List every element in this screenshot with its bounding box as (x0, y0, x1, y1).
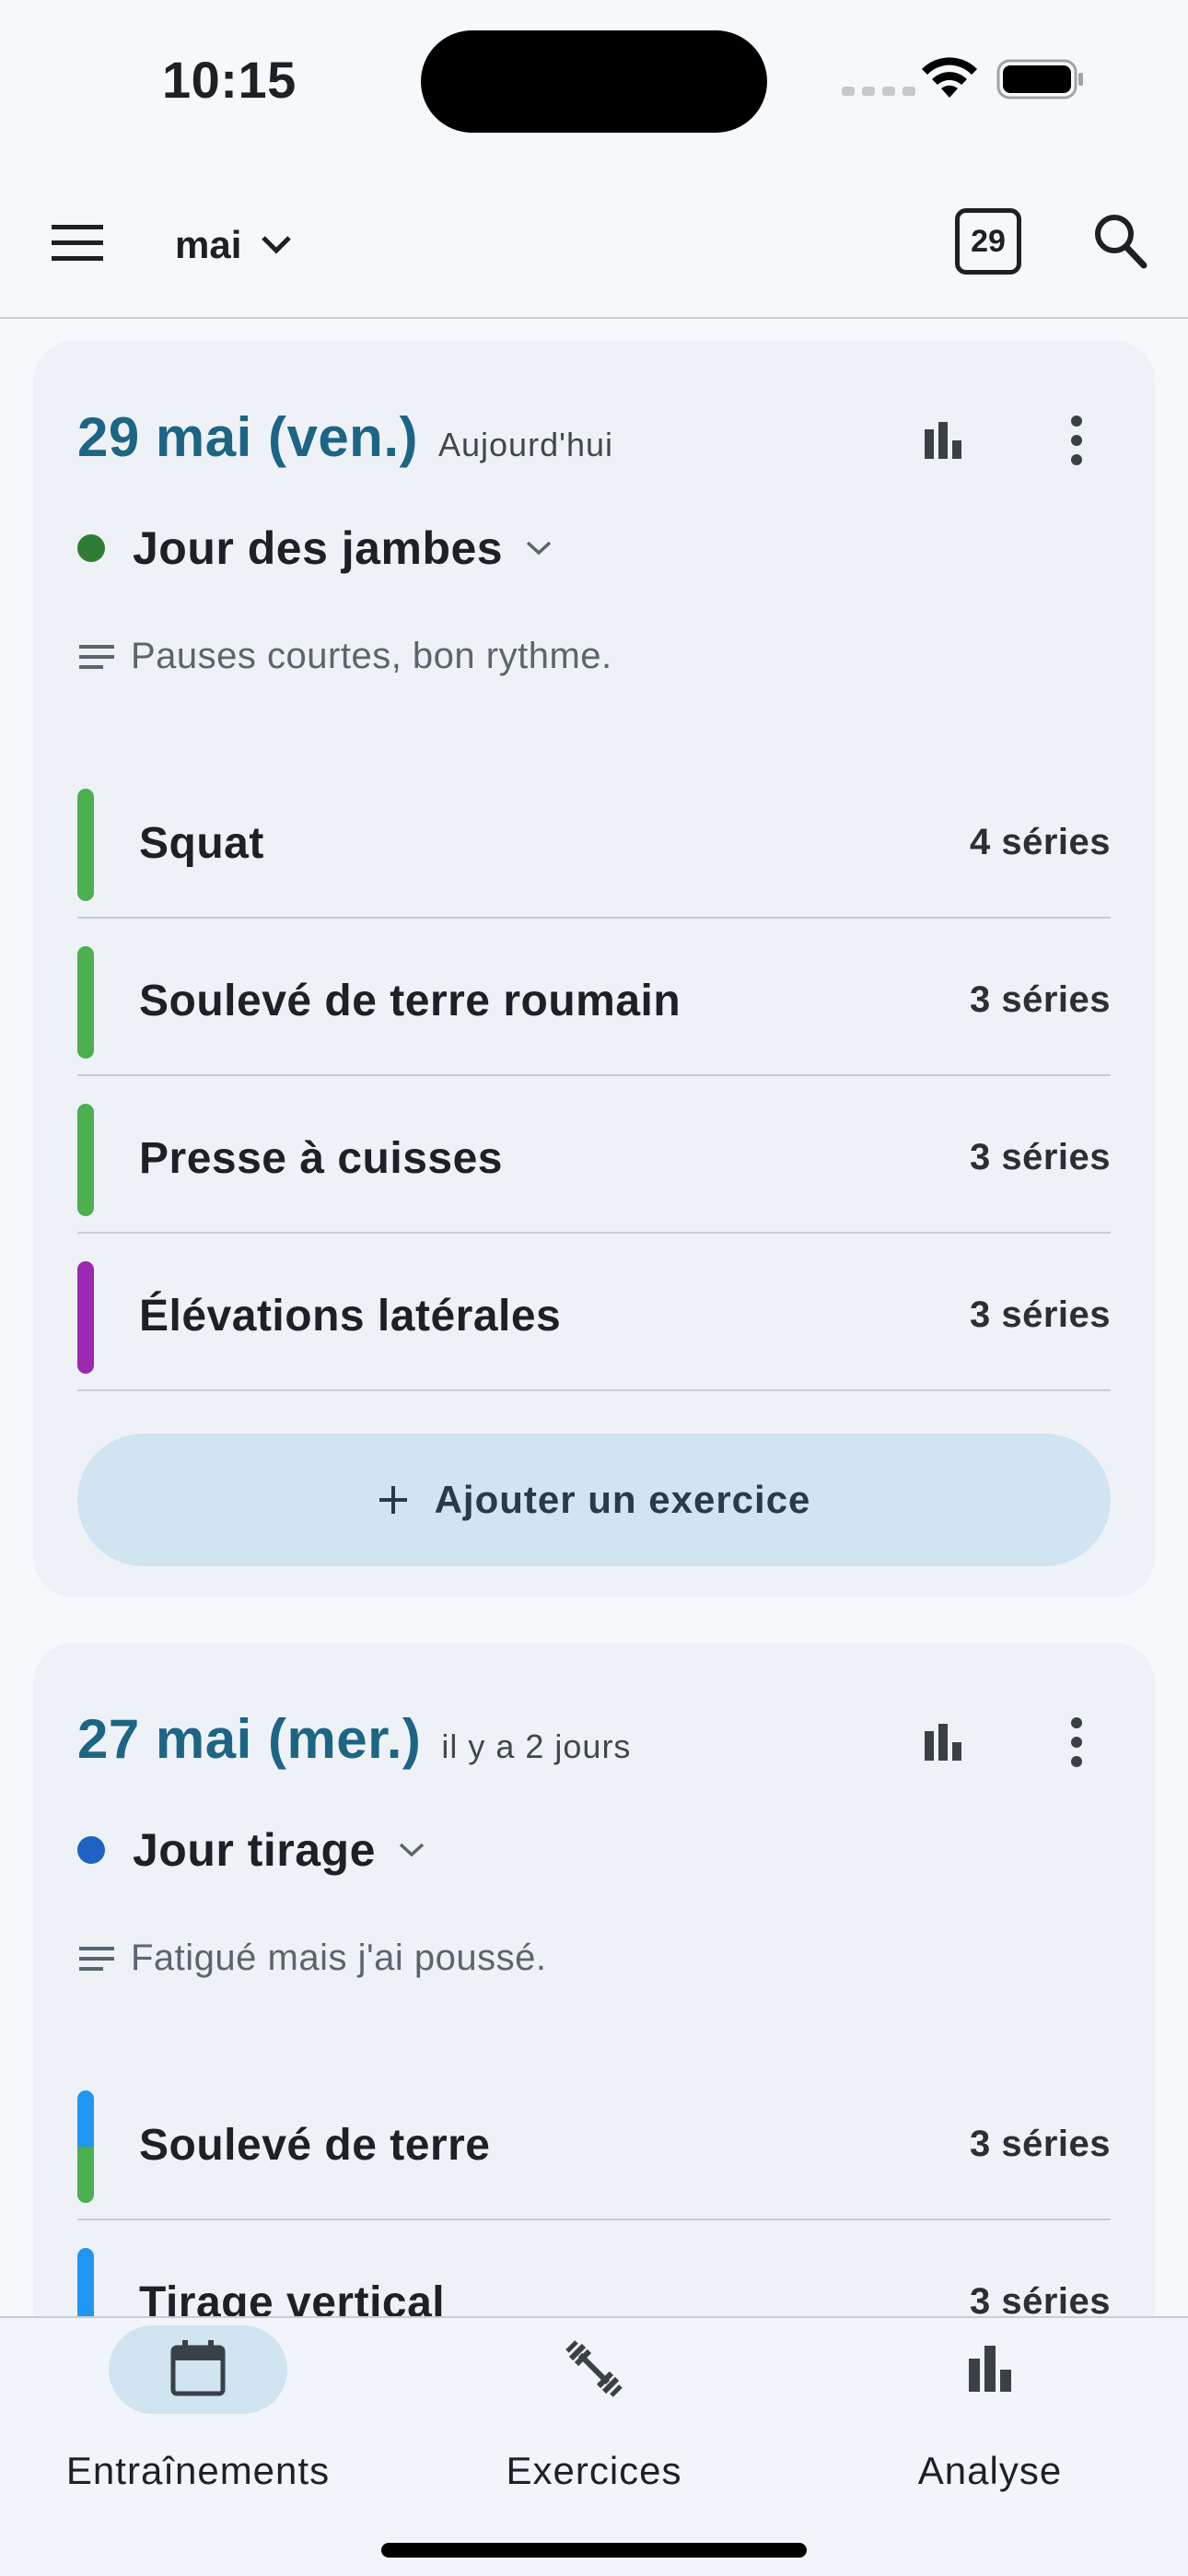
exercise-row[interactable]: Squat 4 séries (77, 761, 1111, 919)
nav-item-analysis[interactable]: Analyse (792, 2318, 1188, 2530)
muscle-color-bar (77, 2090, 94, 2203)
workout-date: 29 mai (ven.) (77, 406, 418, 468)
exercise-sets: 3 séries (969, 979, 1111, 1020)
add-exercise-label: Ajouter un exercice (434, 1478, 811, 1521)
dumbbell-icon (565, 2340, 623, 2397)
exercise-row[interactable]: Soulevé de terre 3 séries (77, 2063, 1111, 2220)
cellular-signal-icon (842, 87, 915, 96)
nav-item-exercises[interactable]: Exercices (396, 2318, 792, 2530)
muscle-color-bar (77, 1104, 94, 1216)
nav-label: Analyse (917, 2449, 1063, 2492)
more-vert-icon[interactable] (1070, 1716, 1083, 1768)
workout-note-text: Fatigué mais j'ai poussé. (131, 1938, 547, 1978)
nav-label: Entraînements (65, 2449, 331, 2492)
exercise-row[interactable]: Soulevé de terre roumain 3 séries (77, 919, 1111, 1076)
exercise-row[interactable]: Élévations latérales 3 séries (77, 1234, 1111, 1391)
menu-icon[interactable] (50, 223, 105, 263)
exercise-sets: 3 séries (969, 1137, 1111, 1177)
chevron-down-icon (526, 541, 552, 556)
muscle-color-bar (77, 789, 94, 901)
notes-icon (79, 1946, 114, 1971)
workout-name: Jour tirage (133, 1824, 376, 1876)
workout-name: Jour des jambes (133, 522, 504, 574)
workout-relative-date: il y a 2 jours (441, 1727, 632, 1765)
month-label: mai (175, 223, 242, 266)
workout-date: 27 mai (mer.) (77, 1708, 422, 1770)
workout-header: 29 mai (ven.) Aujourd'hui (77, 405, 613, 479)
workout-card[interactable]: 29 mai (ven.) Aujourd'hui Jour des jambe… (33, 341, 1155, 1598)
today-day: 29 (971, 223, 1006, 259)
nav-label: Exercices (506, 2449, 682, 2492)
exercise-name: Soulevé de terre (139, 2121, 491, 2170)
exercise-sets: 3 séries (969, 1294, 1111, 1335)
workout-relative-date: Aujourd'hui (438, 426, 613, 463)
workout-note[interactable]: Fatigué mais j'ai poussé. (79, 1938, 546, 1979)
muscle-color-bar (77, 1261, 94, 1374)
app-bar: mai 29 (0, 184, 1188, 319)
calendar-icon (170, 2340, 226, 2396)
exercise-name: Élévations latérales (139, 1292, 562, 1341)
nav-item-workouts[interactable]: Entraînements (0, 2318, 396, 2530)
month-selector[interactable]: mai (175, 217, 293, 273)
chevron-down-icon (399, 1843, 425, 1857)
plus-icon (379, 1486, 407, 1514)
bottom-navigation: Entraînements Exercices Analyse (0, 2316, 1188, 2576)
home-indicator[interactable] (381, 2543, 807, 2558)
bar-chart-icon (969, 2346, 1011, 2392)
notes-icon (79, 644, 114, 669)
exercise-sets: 4 séries (969, 822, 1111, 862)
exercise-name: Soulevé de terre roumain (139, 977, 681, 1025)
bar-chart-icon[interactable] (923, 420, 963, 461)
muscle-color-bar (77, 946, 94, 1059)
workout-type-selector[interactable]: Jour des jambes (77, 516, 553, 580)
search-icon[interactable] (1092, 212, 1147, 269)
status-bar: 10:15 (0, 0, 1188, 157)
workout-color-dot (77, 534, 105, 562)
today-button[interactable]: 29 (955, 208, 1021, 275)
workout-type-selector[interactable]: Jour tirage (77, 1818, 425, 1882)
dynamic-island (421, 30, 767, 133)
exercise-sets: 3 séries (969, 2124, 1111, 2164)
more-vert-icon[interactable] (1070, 415, 1083, 466)
exercise-name: Presse à cuisses (139, 1134, 503, 1183)
wifi-icon (922, 57, 977, 98)
workout-color-dot (77, 1836, 105, 1864)
battery-icon (996, 59, 1083, 100)
workout-header: 27 mai (mer.) il y a 2 jours (77, 1707, 631, 1781)
exercise-row[interactable]: Presse à cuisses 3 séries (77, 1076, 1111, 1234)
workout-note[interactable]: Pauses courtes, bon rythme. (79, 636, 612, 677)
add-exercise-button[interactable]: Ajouter un exercice (77, 1434, 1111, 1566)
exercise-name: Squat (139, 819, 264, 868)
exercise-list: Squat 4 séries Soulevé de terre roumain … (77, 761, 1111, 1391)
workout-note-text: Pauses courtes, bon rythme. (131, 636, 612, 676)
status-time: 10:15 (162, 51, 297, 109)
bar-chart-icon[interactable] (923, 1722, 963, 1762)
chevron-down-icon (262, 236, 292, 254)
